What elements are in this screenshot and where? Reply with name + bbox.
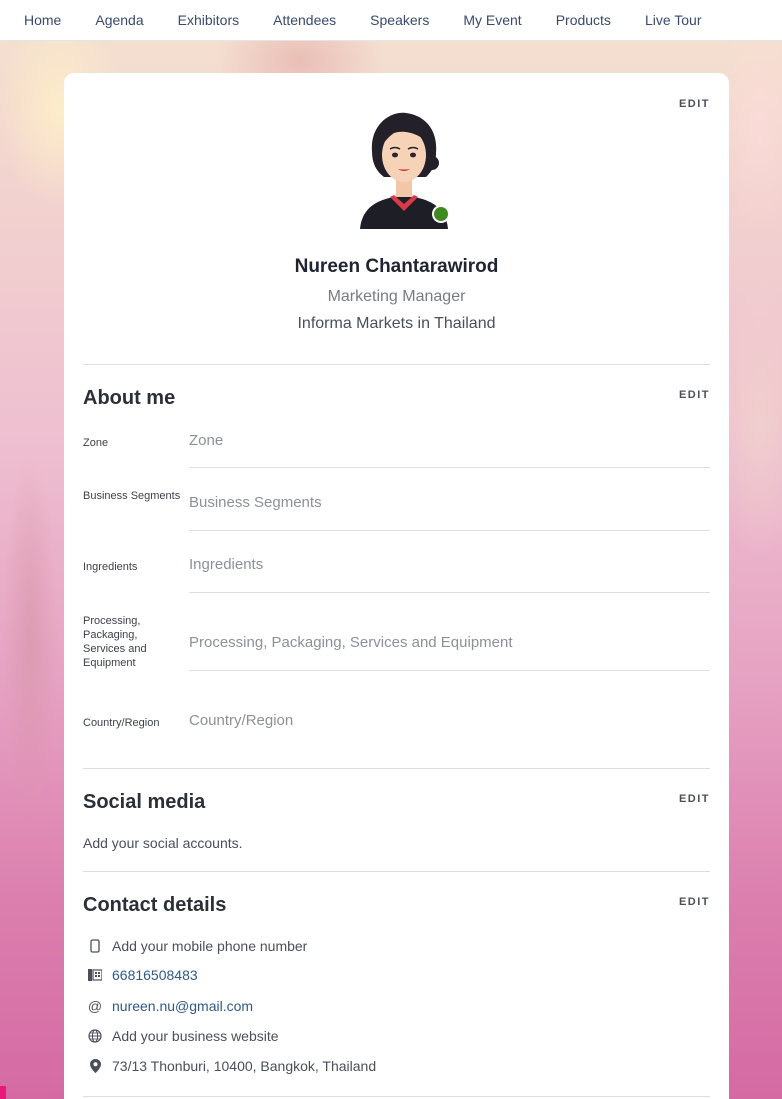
- contact-details-title: Contact details: [83, 894, 227, 916]
- about-me-title: About me: [83, 387, 176, 409]
- contact-phone-text: 66816508483: [112, 967, 198, 983]
- nav-speakers[interactable]: Speakers: [370, 12, 429, 28]
- avatar: [354, 107, 454, 232]
- top-navigation: Home Agenda Exhibitors Attendees Speaker…: [0, 0, 782, 41]
- section-divider: [83, 871, 710, 872]
- contact-mobile-text: Add your mobile phone number: [112, 938, 308, 954]
- nav-live-tour[interactable]: Live Tour: [645, 12, 702, 28]
- processing-packaging-underline: [189, 670, 710, 671]
- contact-address-text: 73/13 Thonburi, 10400, Bangkok, Thailand: [112, 1058, 377, 1074]
- profile-company: Informa Markets in Thailand: [297, 315, 496, 332]
- business-segments-field[interactable]: Business Segments: [189, 494, 322, 511]
- online-status-dot: [432, 205, 450, 223]
- processing-packaging-label: Processing, Packaging, Services and Equi…: [83, 615, 147, 669]
- profile-card: EDIT Nureen Chantarawirod Marketing Mana: [64, 73, 729, 1099]
- profile-job-title: Marketing Manager: [327, 288, 466, 305]
- zone-underline: [189, 467, 710, 468]
- office-phone-icon: [86, 967, 104, 983]
- contact-details-edit-button[interactable]: EDIT: [679, 896, 710, 908]
- contact-address-row[interactable]: 73/13 Thonburi, 10400, Bangkok, Thailand: [86, 1058, 376, 1074]
- contact-mobile-row[interactable]: Add your mobile phone number: [86, 938, 307, 954]
- nav-attendees[interactable]: Attendees: [273, 12, 336, 28]
- ingredients-label: Ingredients: [83, 561, 138, 573]
- nav-products[interactable]: Products: [556, 12, 611, 28]
- nav-home[interactable]: Home: [24, 12, 61, 28]
- contact-email-text: nureen.nu@gmail.com: [112, 998, 254, 1014]
- processing-packaging-field[interactable]: Processing, Packaging, Services and Equi…: [189, 634, 513, 651]
- section-divider: [83, 364, 710, 365]
- nav-agenda[interactable]: Agenda: [95, 12, 143, 28]
- location-pin-icon: [86, 1058, 104, 1074]
- contact-phone-row[interactable]: 66816508483: [86, 967, 198, 983]
- contact-website-text: Add your business website: [112, 1028, 279, 1044]
- social-media-title: Social media: [83, 791, 206, 813]
- contact-email-row[interactable]: @ nureen.nu@gmail.com: [86, 998, 253, 1014]
- zone-label: Zone: [83, 437, 109, 449]
- website-globe-icon: [86, 1028, 104, 1044]
- about-me-edit-button[interactable]: EDIT: [679, 389, 710, 401]
- background-edge-accent: [0, 1086, 6, 1099]
- business-segments-label: Business Segments: [83, 490, 181, 502]
- at-email-icon: @: [87, 998, 103, 1014]
- zone-field[interactable]: Zone: [189, 432, 223, 449]
- ingredients-underline: [189, 592, 710, 593]
- section-divider: [83, 1096, 710, 1097]
- profile-name: Nureen Chantarawirod: [294, 256, 499, 277]
- social-media-placeholder: Add your social accounts.: [83, 835, 243, 851]
- business-segments-underline: [189, 530, 710, 531]
- profile-edit-button[interactable]: EDIT: [679, 98, 710, 110]
- country-region-label: Country/Region: [83, 717, 160, 729]
- ingredients-field[interactable]: Ingredients: [189, 556, 263, 573]
- contact-website-row[interactable]: Add your business website: [86, 1028, 279, 1044]
- section-divider: [83, 768, 710, 769]
- nav-my-event[interactable]: My Event: [463, 12, 521, 28]
- social-media-edit-button[interactable]: EDIT: [679, 793, 710, 805]
- mobile-phone-icon: [86, 938, 104, 954]
- nav-exhibitors[interactable]: Exhibitors: [178, 12, 239, 28]
- country-region-field[interactable]: Country/Region: [189, 712, 293, 729]
